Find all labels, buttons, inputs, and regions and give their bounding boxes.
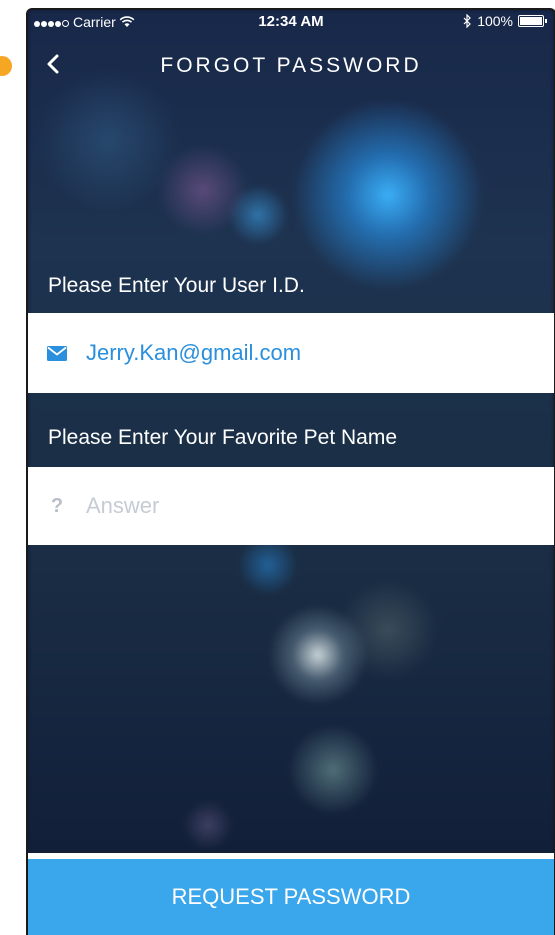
navigation-bar: FORGOT PASSWORD (28, 38, 554, 88)
request-password-button[interactable]: REQUEST PASSWORD (28, 859, 554, 935)
pet-name-field[interactable]: ? (28, 467, 554, 545)
user-id-field[interactable] (28, 313, 554, 393)
envelope-icon (46, 345, 68, 361)
annotation-marker (0, 56, 12, 76)
user-id-label: Please Enter Your User I.D. (48, 274, 305, 297)
battery-percentage: 100% (477, 13, 513, 29)
status-right: 100% (463, 13, 547, 29)
battery-icon (518, 15, 547, 27)
pet-name-input[interactable] (84, 492, 488, 520)
bluetooth-icon (463, 14, 472, 28)
user-id-input[interactable] (84, 339, 488, 367)
status-bar: Carrier 12:34 AM 100% (28, 10, 554, 34)
page-title: FORGOT PASSWORD (160, 54, 422, 77)
phone-screen: Carrier 12:34 AM 100% FORGOT PASSWORD Pl… (26, 8, 555, 935)
question-icon: ? (50, 494, 64, 517)
pet-name-label: Please Enter Your Favorite Pet Name (48, 426, 398, 449)
